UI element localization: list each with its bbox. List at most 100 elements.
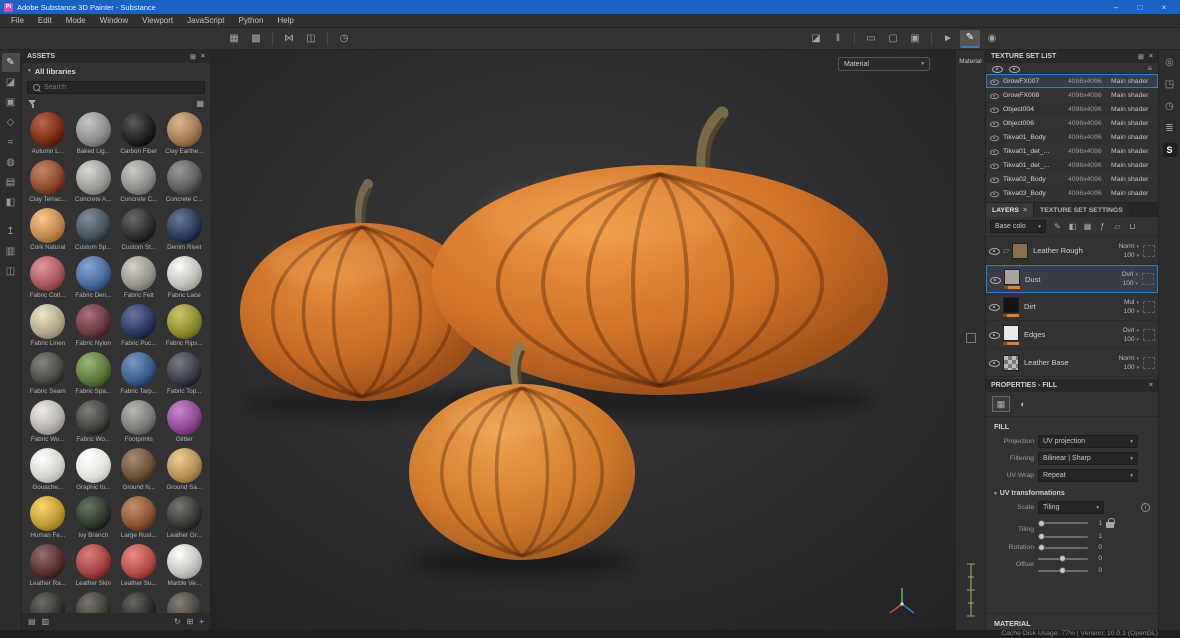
texture-set-shader[interactable]: Main shader	[1111, 190, 1155, 197]
blend-mode-dropdown[interactable]: Ovrl	[1122, 271, 1138, 278]
all-libraries-row[interactable]: ▾ All libraries	[22, 63, 210, 79]
menu-item[interactable]: Help	[270, 14, 300, 28]
filtering-dropdown[interactable]: Bilinear | Sharp	[1038, 452, 1138, 465]
asset-item[interactable]: Autumn L...	[25, 112, 71, 160]
visibility-eye-icon[interactable]	[990, 161, 999, 169]
uv-wrap-dropdown[interactable]: Repeat	[1038, 469, 1138, 482]
asset-item[interactable]	[116, 592, 162, 613]
asset-item[interactable]: Leather Su...	[116, 544, 162, 592]
polygon-fill-tool[interactable]: ◇	[2, 113, 20, 132]
texture-set-row[interactable]: Tikva01_Body 4096x4096 Main shader	[986, 130, 1158, 144]
symmetry-icon[interactable]: ⋈	[279, 30, 299, 48]
layer-row[interactable]: Leather Base Norm 100	[986, 349, 1158, 377]
asset-item[interactable]	[162, 592, 208, 613]
projection-tool[interactable]: ▣	[2, 93, 20, 112]
tiling-lock-icon[interactable]	[1106, 518, 1115, 528]
texture-set-shader[interactable]: Main shader	[1111, 148, 1155, 155]
import-resources-icon[interactable]	[187, 617, 194, 626]
search-input[interactable]	[44, 84, 200, 91]
minimize-button[interactable]: –	[1104, 3, 1128, 12]
asset-item[interactable]: Custom Sp...	[71, 208, 117, 256]
asset-item[interactable]: Ivy Branch	[71, 496, 117, 544]
viewport-3d[interactable]: Material	[210, 50, 955, 630]
texture-set-row[interactable]: GrowFX007 4096x4096 Main shader	[986, 74, 1158, 88]
tiling-u-slider[interactable]	[1038, 519, 1088, 527]
opacity-dropdown[interactable]: 100	[1124, 252, 1139, 259]
opacity-dropdown[interactable]: 100	[1124, 364, 1139, 371]
offset-u-slider[interactable]	[1038, 555, 1088, 562]
blend-mode-dropdown[interactable]: Norm	[1119, 355, 1139, 362]
dock-icon[interactable]	[190, 53, 196, 61]
tab-texture-set-settings[interactable]: TEXTURE SET SETTINGS	[1034, 203, 1130, 217]
layer-mask-slot[interactable]	[1142, 273, 1154, 285]
eraser-tool[interactable]: ◪	[2, 73, 20, 92]
projection-dropdown[interactable]: UV projection	[1038, 435, 1138, 448]
maximize-button[interactable]: □	[1128, 3, 1152, 12]
uv-transformations-header[interactable]: ▾ UV transformations	[986, 484, 1158, 499]
menu-item[interactable]: File	[4, 14, 31, 28]
asset-item[interactable]: Concrete C...	[162, 160, 208, 208]
asset-item[interactable]: Fabric Spa...	[71, 352, 117, 400]
quick-mask-tool[interactable]: ◧	[2, 193, 20, 212]
asset-item[interactable]: Glitter	[162, 400, 208, 448]
layer-row[interactable]: Edges Ovrl 100	[986, 321, 1158, 349]
dock-icon[interactable]	[1138, 53, 1144, 61]
visibility-eye-icon[interactable]	[990, 175, 999, 183]
visibility-eye-icon[interactable]	[990, 105, 999, 113]
layer-visibility-icon[interactable]	[990, 275, 1001, 284]
dock-toggle-button[interactable]	[965, 333, 976, 343]
menu-item[interactable]: JavaScript	[180, 14, 231, 28]
paint-grid-icon[interactable]: ▦	[224, 30, 244, 48]
refresh-icon[interactable]	[174, 617, 181, 626]
asset-item[interactable]: Concrete C...	[116, 160, 162, 208]
layer-mask-slot[interactable]	[1143, 244, 1155, 257]
add-paint-layer-icon[interactable]: ✎	[1051, 222, 1064, 231]
asset-item[interactable]: Graphic to...	[71, 448, 117, 496]
shelf-icon[interactable]: ≣	[1162, 121, 1178, 136]
opacity-dropdown[interactable]: 100	[1124, 336, 1139, 343]
perspective-icon[interactable]: ◪	[806, 30, 826, 48]
material-picker-tool[interactable]: ▤	[2, 173, 20, 192]
visibility-eye-icon[interactable]	[990, 147, 999, 155]
asset-item[interactable]: Carbon Fiber	[116, 112, 162, 160]
blend-mode-dropdown[interactable]: Mul	[1124, 299, 1139, 306]
add-effect-icon[interactable]: ƒ	[1096, 222, 1109, 231]
paint-tool[interactable]: ✎	[1, 53, 20, 72]
asset-item[interactable]: Footprints	[116, 400, 162, 448]
tiling-v-slider[interactable]	[1038, 533, 1088, 540]
tab-layers[interactable]: LAYERS	[986, 203, 1035, 217]
close-button[interactable]: ×	[1152, 3, 1176, 12]
list-view-icon[interactable]	[28, 617, 36, 626]
pause-engine-icon[interactable]: ‖	[828, 30, 848, 48]
menu-item[interactable]: Viewport	[135, 14, 180, 28]
substance-logo[interactable]: S	[1162, 143, 1177, 157]
texture-set-shader[interactable]: Main shader	[1111, 106, 1155, 113]
asset-item[interactable]	[25, 592, 71, 613]
add-folder-icon[interactable]: ▱	[1111, 222, 1124, 231]
search-box[interactable]	[27, 81, 205, 94]
asset-item[interactable]: Fabric Nylon	[71, 304, 117, 352]
close-icon[interactable]	[1149, 382, 1153, 389]
asset-item[interactable]: Fabric Linen	[25, 304, 71, 352]
texture-set-shader[interactable]: Main shader	[1111, 78, 1155, 85]
add-smart-material-icon[interactable]: ▦	[1081, 222, 1094, 231]
layer-visibility-icon[interactable]	[989, 358, 1000, 367]
asset-item[interactable]: Fabric Top...	[162, 352, 208, 400]
asset-item[interactable]: Denim Rivet	[162, 208, 208, 256]
menu-item[interactable]: Python	[232, 14, 271, 28]
layer-thumbnail[interactable]	[1003, 354, 1019, 371]
menu-item[interactable]: Mode	[59, 14, 93, 28]
tab-material-icon[interactable]: ◐	[1014, 396, 1032, 412]
add-fill-layer-icon[interactable]: ◧	[1066, 222, 1079, 231]
close-icon[interactable]	[1149, 53, 1153, 60]
visibility-eye-icon[interactable]	[990, 91, 999, 99]
community-assets-icon[interactable]: ◳	[1162, 77, 1178, 92]
history-icon[interactable]: ◷	[1162, 99, 1178, 114]
layer-visibility-icon[interactable]	[989, 330, 1000, 339]
texture-set-shader[interactable]: Main shader	[1111, 120, 1155, 127]
texture-set-shader[interactable]: Main shader	[1111, 176, 1155, 183]
asset-item[interactable]: Fabric Den...	[71, 256, 117, 304]
layer-thumbnail[interactable]	[1012, 242, 1029, 259]
texture-set-row[interactable]: Tikva01_det_... 4096x4096 Main shader	[986, 158, 1158, 172]
menu-item[interactable]: Window	[93, 14, 135, 28]
